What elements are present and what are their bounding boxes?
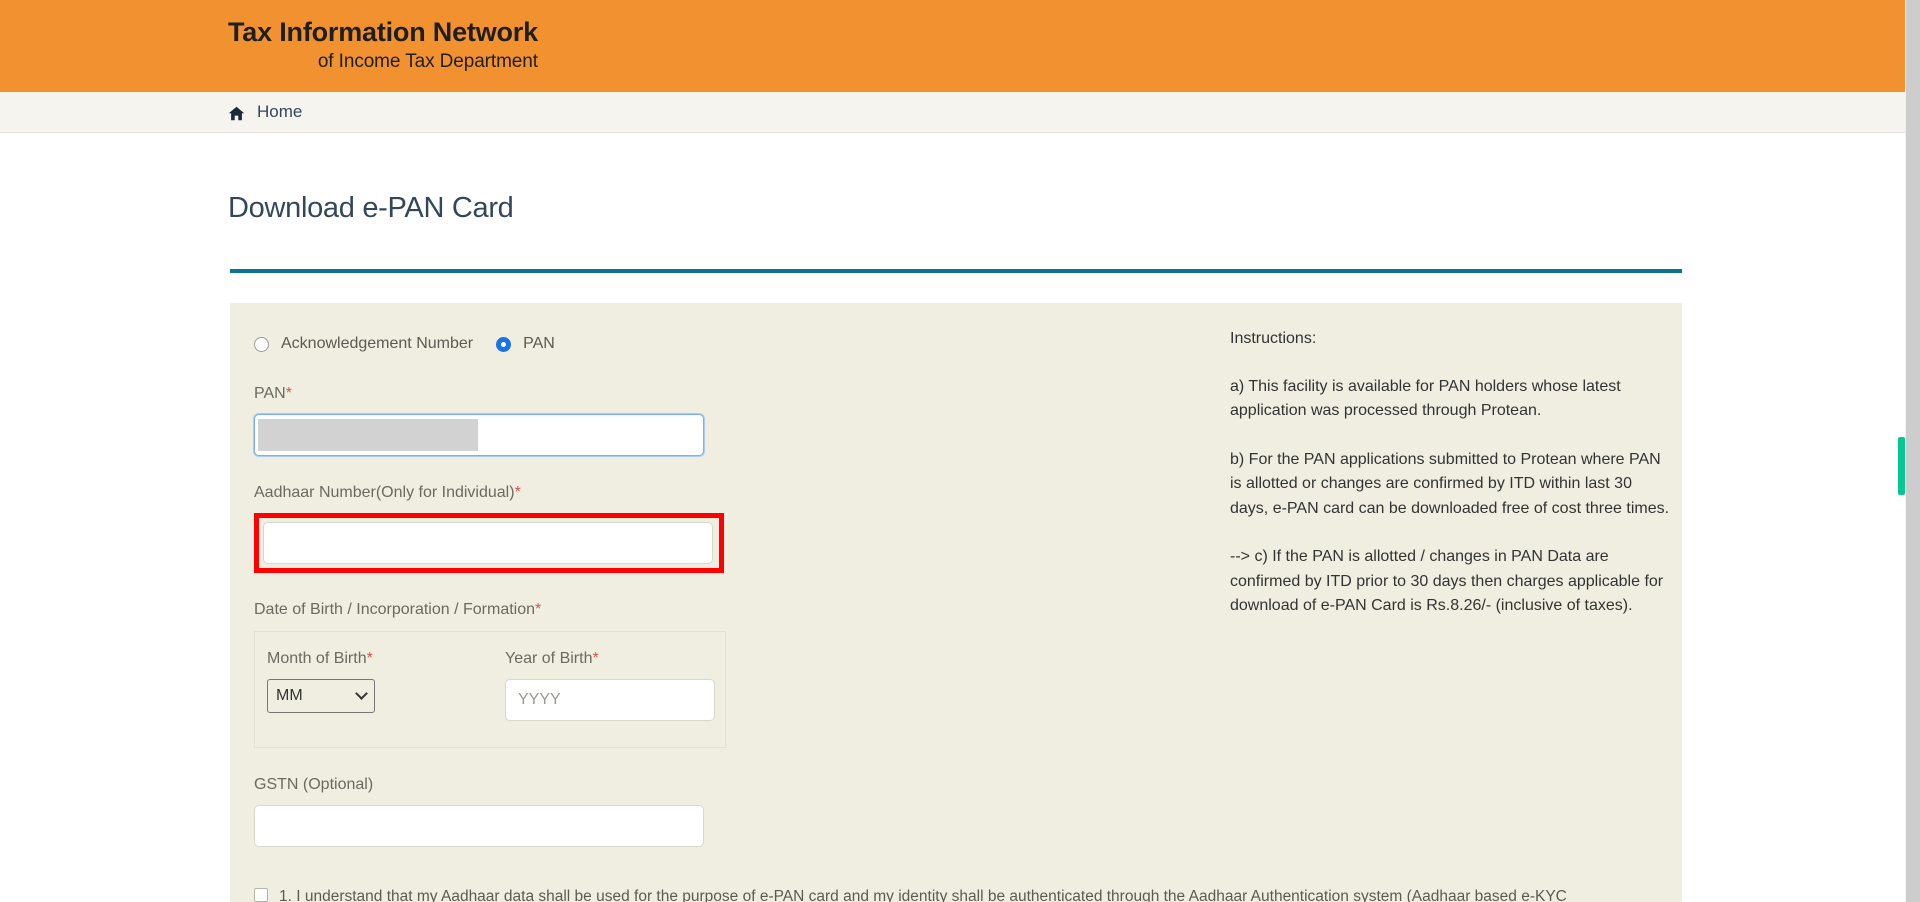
instruction-item-b: b) For the PAN applications submitted to… xyxy=(1230,450,1670,517)
site-header: Tax Information Network of Income Tax De… xyxy=(0,0,1920,92)
gstn-input[interactable] xyxy=(254,805,704,847)
year-of-birth-label-text: Year of Birth xyxy=(505,650,593,667)
aadhaar-highlight-annotation xyxy=(254,513,724,573)
gstn-label: GSTN (Optional) xyxy=(254,776,374,793)
breadcrumb: Home xyxy=(0,92,1920,133)
month-of-birth-label: Month of Birth* xyxy=(267,650,505,668)
month-of-birth-group: Month of Birth* MM xyxy=(267,650,505,721)
dob-field-group: Date of Birth / Incorporation / Formatio… xyxy=(254,601,1190,748)
page-title: Download e-PAN Card xyxy=(228,192,514,224)
radio-pan-input[interactable] xyxy=(496,336,512,352)
instructions-title: Instructions: xyxy=(1230,330,1317,347)
dob-fieldset: Month of Birth* MM Year of Birth* xyxy=(254,631,726,748)
logo-primary-text: Tax Information Network xyxy=(228,17,538,47)
dob-label-text: Date of Birth / Incorporation / Formatio… xyxy=(254,601,536,618)
radio-acknowledgement-number-input[interactable] xyxy=(254,336,269,352)
aadhaar-consent-checkbox[interactable] xyxy=(254,888,268,902)
site-logo[interactable]: Tax Information Network of Income Tax De… xyxy=(228,17,538,73)
scroll-position-indicator[interactable] xyxy=(1898,437,1905,495)
breadcrumb-item-home[interactable]: Home xyxy=(257,102,302,122)
aadhaar-field-group: Aadhaar Number(Only for Individual)* xyxy=(254,484,1190,573)
radio-acknowledgement-number-label: Acknowledgement Number xyxy=(281,335,474,352)
aadhaar-required-mark: * xyxy=(514,484,521,501)
year-of-birth-input[interactable] xyxy=(505,679,715,721)
title-divider xyxy=(230,269,1682,273)
pan-input[interactable] xyxy=(254,414,704,456)
chevron-down-icon xyxy=(355,686,368,700)
gstn-field-group: GSTN (Optional) xyxy=(254,776,1190,847)
form-column-left: Acknowledgement Number PAN PAN* Aadhaar … xyxy=(230,303,1567,902)
logo-secondary-text: of Income Tax Department xyxy=(317,50,538,72)
dob-label: Date of Birth / Incorporation / Formatio… xyxy=(254,601,1190,619)
instruction-item-a: a) This facility is available for PAN ho… xyxy=(1230,378,1621,420)
home-icon xyxy=(228,106,245,121)
pan-label-text: PAN xyxy=(254,385,286,402)
search-mode-radio-group: Acknowledgement Number PAN xyxy=(254,331,1190,357)
pan-label: PAN* xyxy=(254,385,1190,403)
year-of-birth-required-mark: * xyxy=(592,650,599,667)
year-of-birth-label: Year of Birth* xyxy=(505,650,725,668)
dob-required-mark: * xyxy=(535,601,542,618)
instructions-panel: Instructions: a) This facility is availa… xyxy=(1190,303,1682,902)
epan-form-panel: Acknowledgement Number PAN PAN* Aadhaar … xyxy=(230,303,1682,902)
year-of-birth-group: Year of Birth* xyxy=(505,650,725,721)
pan-input-wrap xyxy=(254,414,704,456)
pan-field-group: PAN* xyxy=(254,385,1190,456)
radio-acknowledgement-number[interactable]: Acknowledgement Number xyxy=(254,335,473,353)
page-scrollbar[interactable] xyxy=(1905,0,1920,902)
aadhaar-label: Aadhaar Number(Only for Individual)* xyxy=(254,484,1190,502)
radio-pan-label: PAN xyxy=(523,335,555,352)
aadhaar-input[interactable] xyxy=(263,522,713,564)
instruction-item-c: --> c) If the PAN is allotted / changes … xyxy=(1230,548,1664,615)
month-of-birth-required-mark: * xyxy=(366,650,373,667)
month-of-birth-select[interactable]: MM xyxy=(267,679,375,713)
month-of-birth-label-text: Month of Birth xyxy=(267,650,367,667)
aadhaar-label-text: Aadhaar Number(Only for Individual) xyxy=(254,484,515,501)
month-of-birth-selected-value: MM xyxy=(276,687,303,704)
radio-pan[interactable]: PAN xyxy=(496,335,555,353)
pan-required-mark: * xyxy=(285,385,292,402)
